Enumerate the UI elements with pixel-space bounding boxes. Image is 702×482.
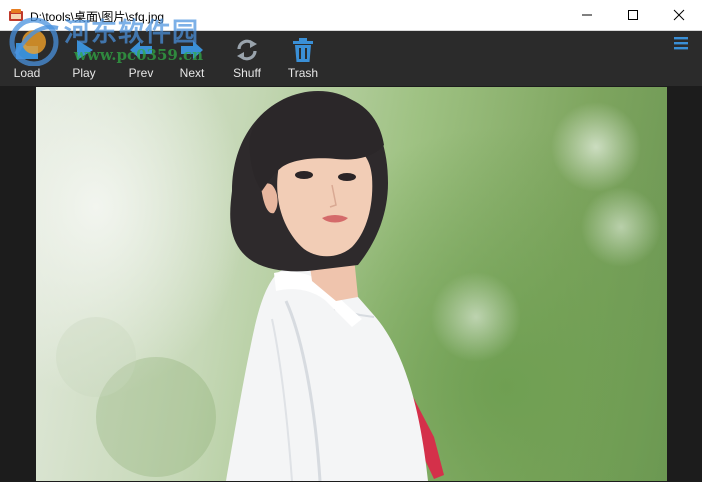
minimize-icon <box>582 14 592 16</box>
hamburger-menu-icon[interactable] <box>672 35 690 51</box>
load-label: Load <box>13 66 41 80</box>
trash-icon <box>293 38 313 62</box>
minimize-button[interactable] <box>564 0 610 30</box>
maximize-icon <box>628 10 638 20</box>
shuffle-label: Shuff <box>233 66 261 80</box>
next-label: Next <box>179 66 205 80</box>
displayed-photo <box>36 87 667 481</box>
shuffle-button[interactable]: Shuff <box>221 31 273 86</box>
close-icon <box>673 9 685 21</box>
image-viewer[interactable] <box>0 86 702 482</box>
shuffle-icon <box>237 39 257 61</box>
trash-button[interactable]: Trash <box>277 31 329 86</box>
play-label: Play <box>72 66 96 80</box>
prev-label: Prev <box>128 66 154 80</box>
maximize-button[interactable] <box>610 0 656 30</box>
watermark-site-name: 河东软件园 <box>64 18 200 48</box>
watermark-logo <box>9 17 59 66</box>
close-button[interactable] <box>656 0 702 30</box>
watermark-url: www.pc0359.cn <box>74 46 204 64</box>
trash-label: Trash <box>287 66 319 80</box>
